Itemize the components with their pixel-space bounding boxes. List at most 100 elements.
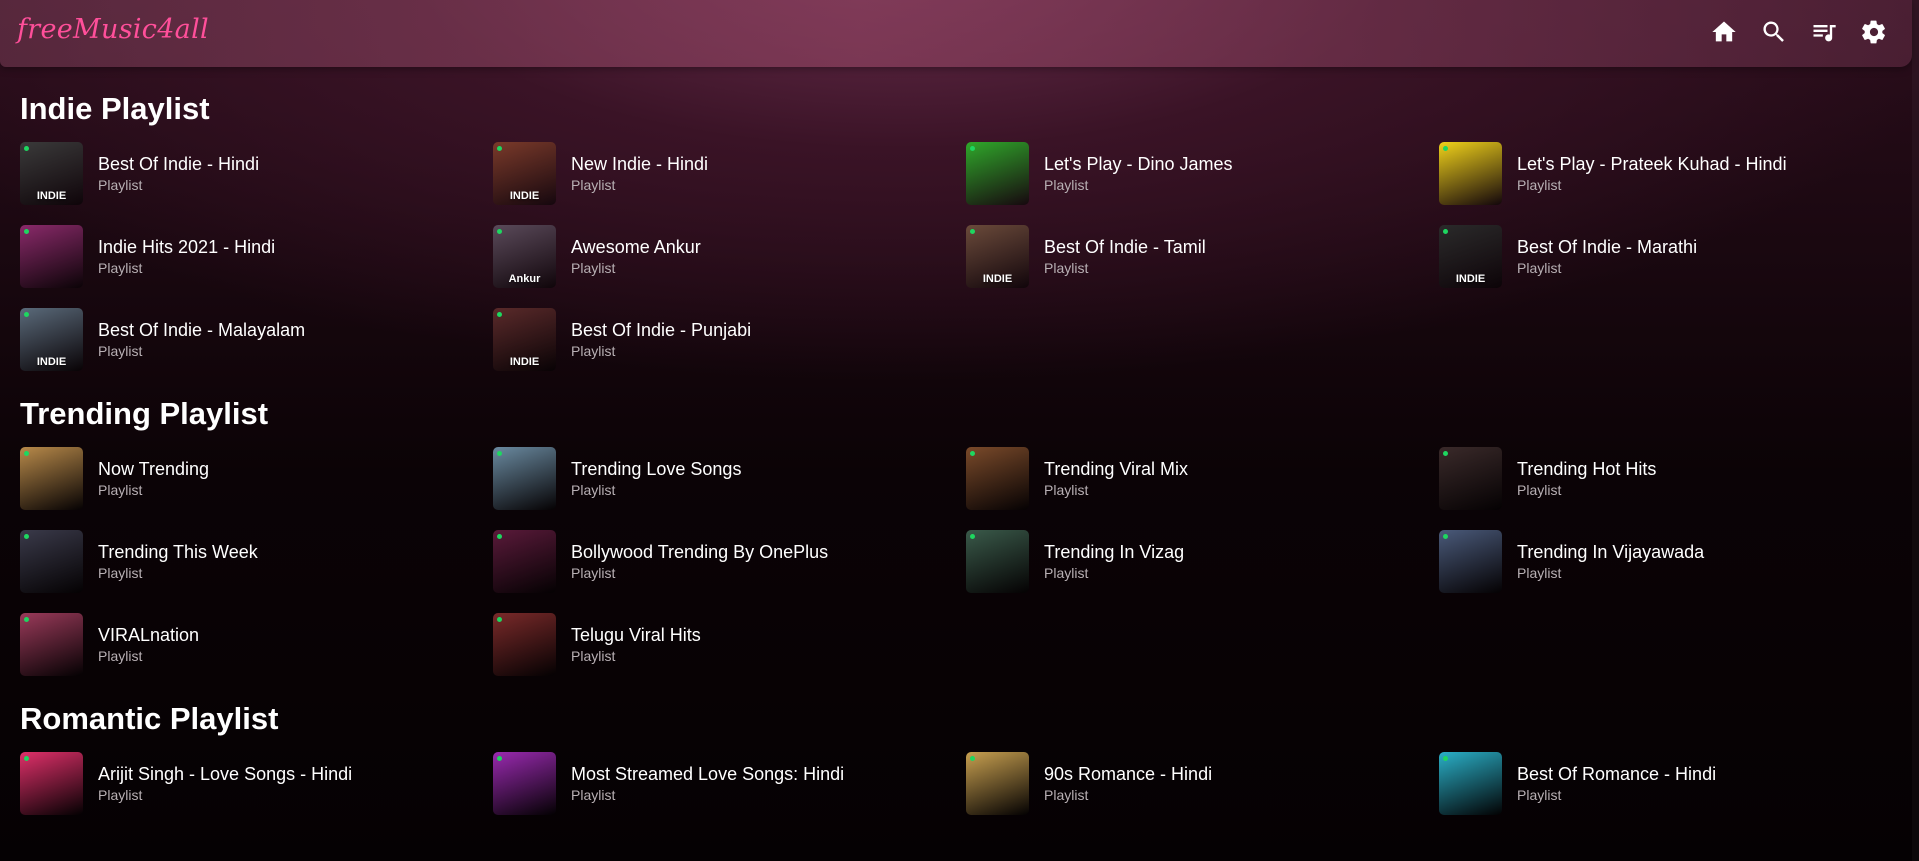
playlist-card[interactable]: VIRALnation Playlist (20, 613, 493, 676)
playlist-card[interactable]: INDIE Best Of Indie - Punjabi Playlist (493, 308, 966, 371)
playlist-type-label: Playlist (571, 260, 616, 276)
playlist-title[interactable]: VIRALnation (98, 624, 199, 646)
playlist-title[interactable]: Trending Love Songs (571, 458, 741, 480)
playlist-cover-image[interactable] (1439, 530, 1502, 593)
playlist-title[interactable]: Indie Hits 2021 - Hindi (98, 236, 275, 258)
scrollbar[interactable] (1912, 0, 1919, 861)
spotify-dot-icon (24, 756, 29, 761)
playlist-cover-image[interactable] (966, 530, 1029, 593)
playlist-cover-image[interactable] (966, 142, 1029, 205)
playlist-cover-image[interactable]: INDIE (20, 308, 83, 371)
playlist-cover-image[interactable]: INDIE (493, 308, 556, 371)
playlist-cover-image[interactable]: INDIE (493, 142, 556, 205)
playlist-cover-image[interactable]: INDIE (1439, 225, 1502, 288)
search-icon[interactable] (1760, 18, 1788, 46)
playlist-title[interactable]: Trending Viral Mix (1044, 458, 1188, 480)
playlist-cover-image[interactable] (493, 530, 556, 593)
nav-icons (1710, 18, 1888, 46)
playlist-title[interactable]: Best Of Indie - Punjabi (571, 319, 751, 341)
playlist-type-label: Playlist (571, 343, 616, 359)
playlist-title[interactable]: Trending In Vijayawada (1517, 541, 1704, 563)
playlist-type-label: Playlist (1517, 787, 1562, 803)
playlist-cover-image[interactable] (20, 447, 83, 510)
playlist-card[interactable]: INDIE New Indie - Hindi Playlist (493, 142, 966, 205)
playlist-title[interactable]: Best Of Indie - Marathi (1517, 236, 1697, 258)
playlist-title[interactable]: Bollywood Trending By OnePlus (571, 541, 828, 563)
app-logo[interactable]: freeMusic4all (17, 14, 209, 45)
playlist-card[interactable]: Arijit Singh - Love Songs - Hindi Playlis… (20, 752, 493, 815)
playlist-type-label: Playlist (1044, 482, 1089, 498)
playlist-title[interactable]: Best Of Romance - Hindi (1517, 763, 1716, 785)
playlist-cover-image[interactable] (493, 752, 556, 815)
playlist-card[interactable]: Now Trending Playlist (20, 447, 493, 510)
playlist-meta: Best Of Indie - Hindi Playlist (98, 153, 259, 194)
playlist-type-label: Playlist (571, 565, 616, 581)
playlist-title[interactable]: Trending Hot Hits (1517, 458, 1656, 480)
playlist-meta: Best Of Indie - Malayalam Playlist (98, 319, 305, 360)
spotify-dot-icon (497, 756, 502, 761)
playlist-card[interactable]: Trending This Week Playlist (20, 530, 493, 593)
playlist-card[interactable]: Bollywood Trending By OnePlus Playlist (493, 530, 966, 593)
playlist-cover-image[interactable] (20, 752, 83, 815)
cover-label: INDIE (509, 356, 540, 368)
playlist-card[interactable]: Indie Hits 2021 - Hindi Playlist (20, 225, 493, 288)
playlist-type-label: Playlist (1044, 787, 1089, 803)
playlist-card[interactable]: Let's Play - Dino James Playlist (966, 142, 1439, 205)
playlist-card[interactable]: Trending Love Songs Playlist (493, 447, 966, 510)
playlist-type-label: Playlist (1517, 260, 1562, 276)
playlist-card[interactable]: Telugu Viral Hits Playlist (493, 613, 966, 676)
playlist-type-label: Playlist (1517, 177, 1562, 193)
playlist-meta: Most Streamed Love Songs: Hindi Playlist (571, 763, 844, 804)
playlist-cover-image[interactable] (20, 530, 83, 593)
playlist-title[interactable]: Trending In Vizag (1044, 541, 1184, 563)
playlist-cover-image[interactable]: INDIE (966, 225, 1029, 288)
playlist-card[interactable]: INDIE Best Of Indie - Tamil Playlist (966, 225, 1439, 288)
playlist-meta: 90s Romance - Hindi Playlist (1044, 763, 1212, 804)
spotify-dot-icon (497, 312, 502, 317)
playlist-title[interactable]: Let's Play - Prateek Kuhad - Hindi (1517, 153, 1787, 175)
playlist-cover-image[interactable] (966, 447, 1029, 510)
playlist-card[interactable]: 90s Romance - Hindi Playlist (966, 752, 1439, 815)
playlist-title[interactable]: Trending This Week (98, 541, 258, 563)
playlist-card[interactable]: Ankur Awesome Ankur Playlist (493, 225, 966, 288)
playlist-cover-image[interactable] (20, 225, 83, 288)
playlist-title[interactable]: Most Streamed Love Songs: Hindi (571, 763, 844, 785)
playlist-title[interactable]: Best Of Indie - Tamil (1044, 236, 1206, 258)
playlist-title[interactable]: Arijit Singh - Love Songs - Hindi (98, 763, 352, 785)
playlist-cover-image[interactable] (1439, 752, 1502, 815)
playlist-card[interactable]: Trending In Vijayawada Playlist (1439, 530, 1912, 593)
playlist-meta: Let's Play - Dino James Playlist (1044, 153, 1233, 194)
playlist-card[interactable]: Best Of Romance - Hindi Playlist (1439, 752, 1912, 815)
playlist-type-label: Playlist (98, 177, 143, 193)
playlist-cover-image[interactable]: INDIE (20, 142, 83, 205)
spotify-dot-icon (497, 617, 502, 622)
playlist-title[interactable]: Best Of Indie - Malayalam (98, 319, 305, 341)
playlist-cover-image[interactable] (493, 613, 556, 676)
playlist-title[interactable]: Awesome Ankur (571, 236, 701, 258)
queue-icon[interactable] (1810, 18, 1838, 46)
playlist-cover-image[interactable] (493, 447, 556, 510)
playlist-card[interactable]: Let's Play - Prateek Kuhad - Hindi Playli… (1439, 142, 1912, 205)
playlist-cover-image[interactable] (1439, 447, 1502, 510)
playlist-title[interactable]: Now Trending (98, 458, 209, 480)
playlist-cover-image[interactable] (20, 613, 83, 676)
playlist-card[interactable]: Trending Hot Hits Playlist (1439, 447, 1912, 510)
playlist-card[interactable]: Most Streamed Love Songs: Hindi Playlist (493, 752, 966, 815)
playlist-card[interactable]: Trending Viral Mix Playlist (966, 447, 1439, 510)
playlist-cover-image[interactable]: Ankur (493, 225, 556, 288)
playlist-title[interactable]: Best Of Indie - Hindi (98, 153, 259, 175)
settings-icon[interactable] (1860, 18, 1888, 46)
playlist-card[interactable]: INDIE Best Of Indie - Hindi Playlist (20, 142, 493, 205)
playlist-card[interactable]: INDIE Best Of Indie - Marathi Playlist (1439, 225, 1912, 288)
playlist-cover-image[interactable] (1439, 142, 1502, 205)
playlist-title[interactable]: Let's Play - Dino James (1044, 153, 1233, 175)
home-icon[interactable] (1710, 18, 1738, 46)
spotify-dot-icon (1443, 451, 1448, 456)
playlist-title[interactable]: New Indie - Hindi (571, 153, 708, 175)
playlist-title[interactable]: 90s Romance - Hindi (1044, 763, 1212, 785)
playlist-title[interactable]: Telugu Viral Hits (571, 624, 701, 646)
playlist-card[interactable]: INDIE Best Of Indie - Malayalam Playlist (20, 308, 493, 371)
playlist-cover-image[interactable] (966, 752, 1029, 815)
playlist-card[interactable]: Trending In Vizag Playlist (966, 530, 1439, 593)
playlist-type-label: Playlist (571, 482, 616, 498)
